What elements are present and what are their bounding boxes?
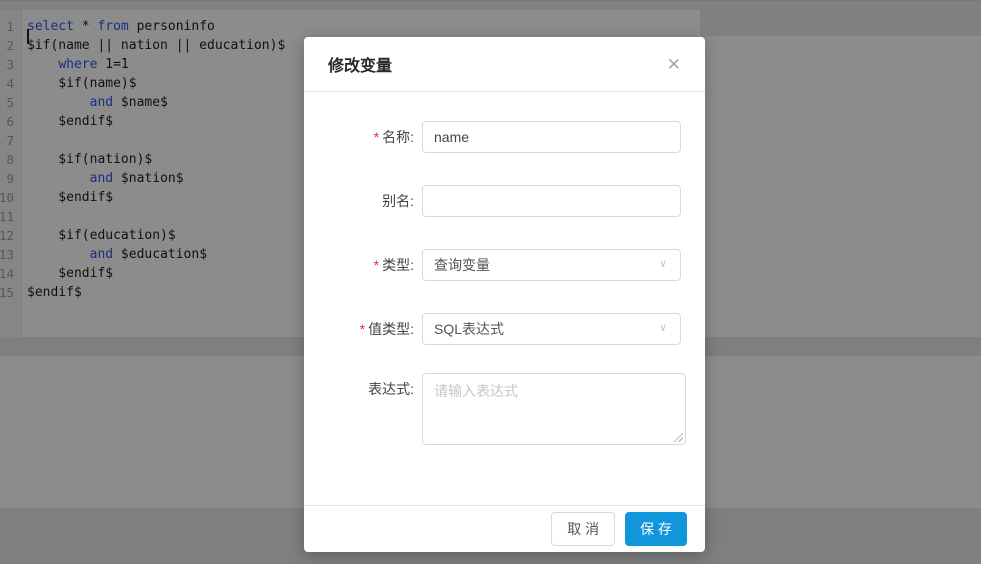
- field-label: 表达式:: [368, 381, 414, 397]
- modal-header: 修改变量 ✕: [304, 37, 705, 92]
- modal-title: 修改变量: [328, 58, 393, 75]
- field-row-name: * 名称:: [328, 121, 681, 153]
- expression-textarea-wrap: [422, 373, 686, 445]
- modal-body: *名称: 别名: *类型: 查询变量 ∨ *值类型: SQL表达式 ∨ 表达式:: [304, 92, 705, 445]
- modal-footer: 取 消 保 存: [304, 505, 705, 552]
- save-button[interactable]: 保 存: [625, 512, 687, 546]
- alias-input[interactable]: [422, 185, 681, 217]
- value-type-select-value: SQL表达式: [434, 321, 505, 337]
- field-row-value-type: * 值类型: SQL表达式 ∨: [328, 313, 681, 345]
- name-input[interactable]: [422, 121, 681, 153]
- expression-textarea[interactable]: [422, 373, 686, 445]
- field-label: * 类型:: [373, 257, 414, 273]
- type-select[interactable]: 查询变量 ∨: [422, 249, 681, 281]
- cancel-button[interactable]: 取 消: [551, 512, 616, 546]
- value-type-select[interactable]: SQL表达式 ∨: [422, 313, 681, 345]
- required-asterisk: *: [373, 129, 380, 145]
- edit-variable-modal: 修改变量 ✕ *名称: 别名: *类型: 查询变量 ∨ *值类型: SQL表达式…: [304, 37, 705, 552]
- type-select-value: 查询变量: [434, 257, 490, 273]
- field-row-alias: 别名:: [328, 185, 681, 217]
- field-label: * 名称:: [373, 129, 414, 145]
- field-label: * 值类型:: [359, 321, 414, 337]
- required-asterisk: *: [373, 257, 380, 273]
- close-icon[interactable]: ✕: [667, 56, 681, 73]
- chevron-down-icon: ∨: [659, 258, 668, 270]
- chevron-down-icon: ∨: [659, 322, 668, 334]
- field-row-expression: 表达式:: [328, 373, 686, 445]
- field-row-type: * 类型: 查询变量 ∨: [328, 249, 681, 281]
- field-label: 别名:: [382, 193, 414, 209]
- required-asterisk: *: [359, 321, 366, 337]
